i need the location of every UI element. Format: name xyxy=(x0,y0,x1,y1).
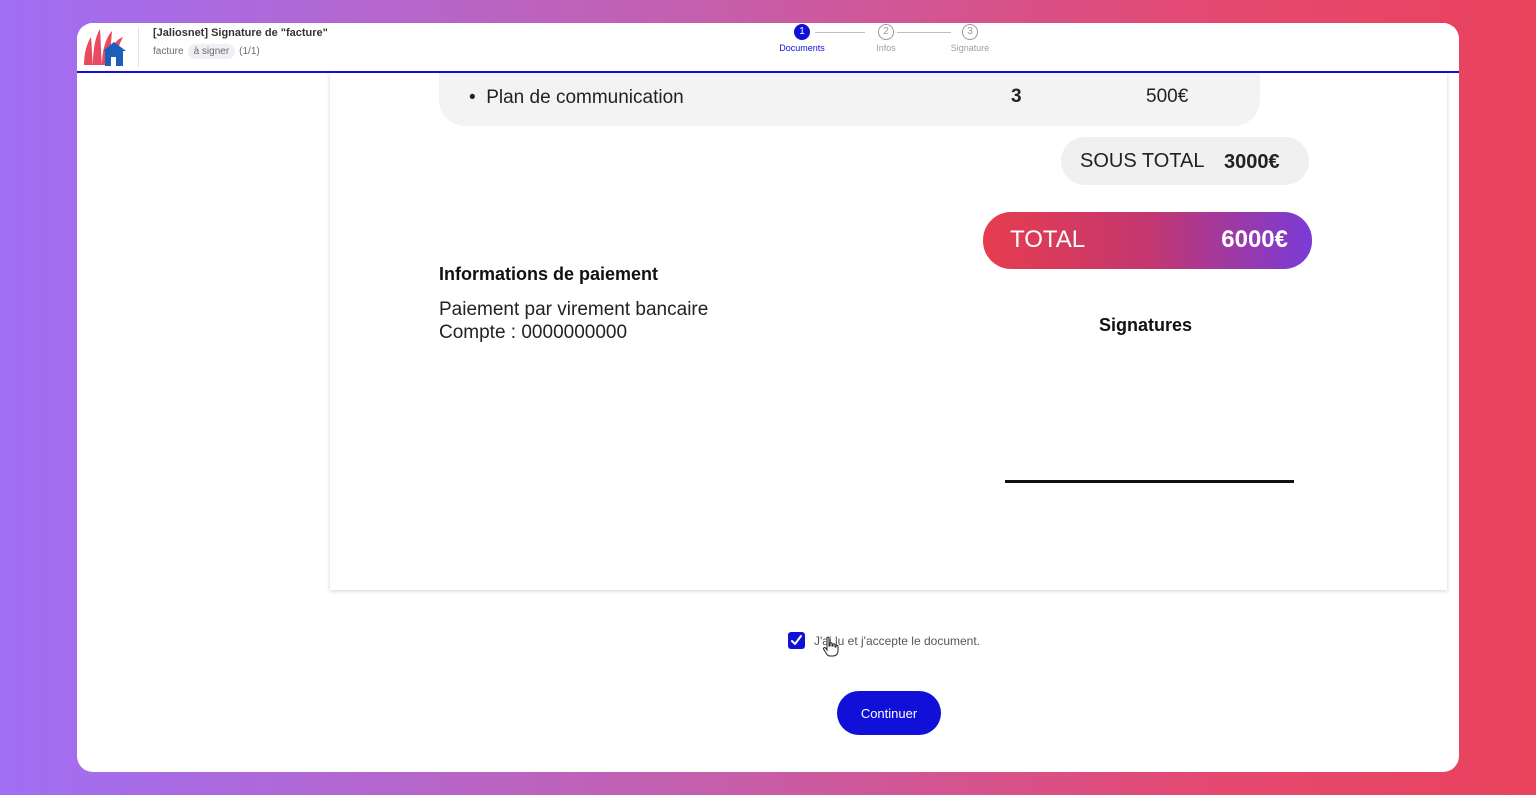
step-label: Infos xyxy=(876,43,896,53)
subtotal-value: 3000€ xyxy=(1224,151,1280,173)
total-label: TOTAL xyxy=(1010,226,1086,253)
checkmark-icon xyxy=(791,635,802,645)
step-label: Signature xyxy=(950,43,990,53)
stepper: 1 Documents 2 Infos 3 Signature xyxy=(767,23,1007,69)
accept-checkbox[interactable] xyxy=(788,632,805,649)
step-number: 2 xyxy=(878,24,894,40)
document-title: [Jaliosnet] Signature de "facture" xyxy=(153,27,328,39)
step-signature[interactable]: 3 Signature xyxy=(935,23,1005,53)
step-infos[interactable]: 2 Infos xyxy=(851,23,921,53)
top-bar: [Jaliosnet] Signature de "facture" factu… xyxy=(77,23,1459,73)
total-value: 6000€ xyxy=(1221,226,1288,253)
document-name: facture xyxy=(153,46,184,57)
logo-divider xyxy=(138,27,139,67)
document-preview[interactable]: • Plan de communication 3 500€ SOUS TOTA… xyxy=(330,73,1447,590)
jaliosnet-logo xyxy=(84,29,126,66)
subtotal-box: SOUS TOTAL 3000€ xyxy=(1061,137,1309,185)
payment-method: Paiement par virement bancaire xyxy=(439,299,709,320)
item-price: 500€ xyxy=(1146,86,1189,107)
invoice-line-item: • Plan de communication 3 500€ xyxy=(439,73,1260,126)
status-badge: à signer xyxy=(187,44,236,59)
hand-cursor-icon xyxy=(822,636,839,657)
step-label: Documents xyxy=(779,43,825,53)
signature-line xyxy=(1005,480,1294,483)
signatures-title: Signatures xyxy=(1099,315,1193,335)
item-name: • Plan de communication xyxy=(469,87,684,109)
accept-document[interactable]: J'ai lu et j'accepte le document. xyxy=(788,632,980,649)
payment-info-title: Informations de paiement xyxy=(439,264,659,284)
step-documents[interactable]: 1 Documents xyxy=(767,23,837,53)
step-number: 3 xyxy=(962,24,978,40)
bullet: • xyxy=(469,87,476,108)
total-box: TOTAL 6000€ xyxy=(983,212,1312,269)
item-quantity: 3 xyxy=(1011,86,1022,107)
payment-account: Compte : 0000000000 xyxy=(439,322,628,343)
continue-button[interactable]: Continuer xyxy=(837,691,941,735)
subtotal-label: SOUS TOTAL xyxy=(1080,150,1205,172)
document-count: (1/1) xyxy=(239,46,260,57)
step-number: 1 xyxy=(794,24,810,40)
app-window: [Jaliosnet] Signature de "facture" factu… xyxy=(77,23,1459,772)
document-subtitle: facture à signer (1/1) xyxy=(153,44,260,59)
item-name-text: Plan de communication xyxy=(486,87,684,108)
